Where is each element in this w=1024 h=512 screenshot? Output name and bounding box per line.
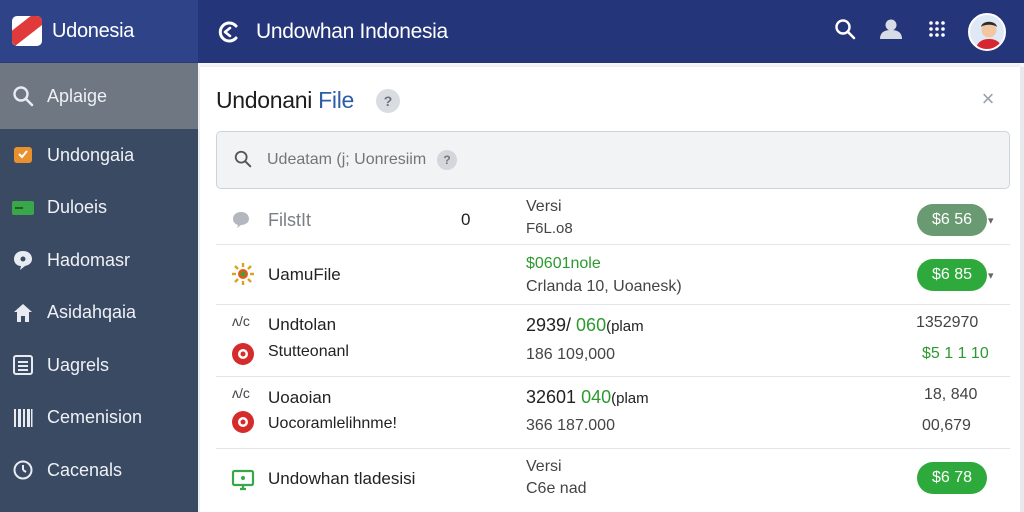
sidebar-item-asidahqaia[interactable]: Asidahqaia: [0, 287, 198, 340]
stat-unit: (plam: [606, 318, 644, 335]
search-icon: [233, 149, 255, 171]
file-code: $0601nole: [526, 255, 601, 272]
brand-logo: [12, 16, 42, 46]
item-subtitle: Uocoramlelihnme!: [268, 415, 397, 432]
stat-unit: (plam: [611, 390, 649, 407]
price-badge[interactable]: $6 56: [917, 204, 987, 236]
brand[interactable]: Udonesia: [0, 0, 198, 63]
file-name: FilstIt: [268, 210, 311, 230]
file-count: 0: [461, 210, 471, 229]
version-label: Versi: [526, 458, 562, 475]
header-apps-button[interactable]: [914, 9, 960, 55]
sidebar: Udonesia Aplaige Undongaia Duloeis Hadom…: [0, 0, 198, 512]
item-title: Uoaoian: [268, 388, 332, 407]
price-badge[interactable]: $6 85: [917, 259, 987, 291]
stat-highlight: 040: [581, 387, 612, 407]
back-icon[interactable]: [216, 19, 242, 45]
version-value: C6e nad: [526, 480, 587, 497]
sidebar-item-label: Cacenals: [47, 459, 123, 480]
list-icon: [11, 353, 35, 377]
chevron-down-icon[interactable]: ▾: [988, 214, 994, 227]
top-header: Undowhan Indonesia: [198, 0, 1024, 63]
header-title: Undowhan Indonesia: [256, 19, 448, 43]
avatar[interactable]: [968, 12, 1006, 51]
search-icon: [11, 84, 35, 108]
sun-icon: [230, 261, 256, 287]
item-price: 00,679: [922, 417, 971, 434]
item-stat: 32601 040(plam: [526, 387, 649, 408]
main-content: Undonani File ? × ? FilstIt 0 Versi F6L.…: [198, 63, 1024, 512]
sidebar-item-hadomasr[interactable]: Hadomasr: [0, 234, 198, 287]
folder-icon: [11, 143, 35, 167]
app-window: Udonesia Aplaige Undongaia Duloeis Hadom…: [0, 0, 1024, 512]
list-item[interactable]: FilstIt 0 Versi F6L.o8 $6 56 ▾: [216, 195, 1010, 245]
price-badge[interactable]: $6 78: [917, 462, 987, 494]
checkmark-icon: ʌ/c: [232, 313, 250, 329]
item-subtitle: Stutteonanl: [268, 343, 349, 360]
sidebar-item-label: Aplaige: [47, 85, 108, 106]
header-actions: [822, 0, 1024, 63]
header-search-button[interactable]: [822, 9, 868, 55]
list-item[interactable]: UamuFile $0601nole Crlanda 10, Uoanesk) …: [216, 245, 1010, 305]
barcode-icon: [11, 406, 35, 430]
brand-title: Udonesia: [52, 19, 135, 42]
record-icon: [230, 409, 256, 435]
sidebar-item-undongaia[interactable]: Undongaia: [0, 129, 198, 182]
title-accent: File: [318, 87, 355, 113]
sidebar-item-cemenision[interactable]: Cemenision: [0, 392, 198, 445]
search-icon: [834, 18, 856, 45]
item-total: 18, 840: [924, 386, 978, 403]
search-help-icon[interactable]: ?: [437, 150, 457, 170]
apps-grid-icon: [928, 20, 946, 43]
item-total: 1352970: [916, 314, 979, 331]
sidebar-item-duloeis[interactable]: Duloeis: [0, 182, 198, 235]
list-item[interactable]: Undowhan tladesisi Versi C6e nad $6 78: [216, 449, 1010, 511]
list-item[interactable]: ʌ/c Undtolan Stutteonanl 2939/ 060(plam …: [216, 305, 1010, 377]
version-value: F6L.o8: [526, 220, 573, 237]
file-name: UamuFile: [268, 265, 341, 284]
file-name: Undowhan tladesisi: [268, 469, 416, 488]
title-main: Undonani: [216, 87, 319, 113]
file-location: Crlanda 10, Uoanesk): [526, 278, 682, 295]
version-label: Versi: [526, 198, 562, 215]
search-bar: ?: [216, 131, 1010, 189]
item-amount: 186 109,000: [526, 346, 615, 363]
item-stat: 2939/ 060(plam: [526, 315, 644, 336]
chevron-down-icon[interactable]: ▾: [988, 269, 994, 282]
sidebar-item-cacenals[interactable]: Cacenals: [0, 444, 198, 497]
search-input[interactable]: [267, 151, 437, 169]
sidebar-item-aplaige[interactable]: Aplaige: [0, 63, 198, 129]
header-user-button[interactable]: [868, 9, 914, 55]
stat-highlight: 060: [576, 315, 607, 335]
file-panel: Undonani File ? × ? FilstIt 0 Versi F6L.…: [200, 67, 1020, 512]
item-amount: 366 187.000: [526, 417, 615, 434]
chat-icon: [11, 248, 35, 272]
checkmark-icon: ʌ/c: [232, 385, 250, 401]
comment-icon: [228, 207, 254, 233]
item-title: Undtolan: [268, 315, 337, 334]
card-icon: [11, 196, 35, 220]
help-icon[interactable]: ?: [376, 89, 400, 113]
home-icon: [11, 301, 35, 325]
clock-icon: [11, 458, 35, 482]
sidebar-item-label: Cemenision: [47, 407, 143, 428]
close-icon[interactable]: ×: [976, 86, 1000, 111]
monitor-icon: [230, 467, 256, 493]
stat-value: 32601: [526, 387, 582, 407]
sidebar-item-label: Undongaia: [47, 144, 135, 165]
scrollbar[interactable]: [1020, 67, 1024, 512]
sidebar-item-label: Asidahqaia: [47, 302, 137, 323]
sidebar-item-label: Uagrels: [47, 354, 110, 375]
item-price: $5 1 1 10: [922, 345, 989, 362]
sidebar-item-label: Hadomasr: [47, 249, 131, 270]
record-icon: [230, 341, 256, 367]
stat-value: 2939/: [526, 315, 577, 335]
sidebar-item-uagrels[interactable]: Uagrels: [0, 339, 198, 392]
sidebar-item-label: Duloeis: [47, 197, 108, 218]
user-icon: [878, 18, 904, 45]
page-title: Undonani File: [216, 87, 354, 114]
list-item[interactable]: ʌ/c Uoaoian Uocoramlelihnme! 32601 040(p…: [216, 377, 1010, 449]
